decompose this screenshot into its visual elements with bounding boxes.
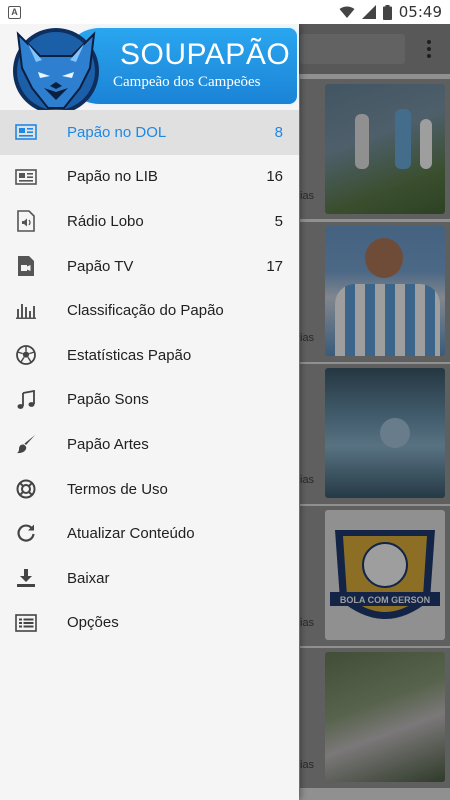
status-bar: A 05:49 — [0, 0, 450, 24]
menu-item-papao-sons[interactable]: Papão Sons — [0, 378, 299, 423]
menu-item-count: 17 — [266, 257, 283, 275]
brand-subtitle: Campeão dos Campeões — [113, 74, 261, 90]
brand-title: SOUPAPÃO — [120, 38, 291, 71]
navigation-drawer: SOUPAPÃO Campeão dos Campeões Papão no D… — [0, 24, 299, 800]
menu-item-label: Papão Artes — [67, 435, 149, 453]
menu-item-label: Papão Sons — [67, 391, 149, 409]
menu-item-label: Rádio Lobo — [67, 212, 144, 230]
bar-chart-icon — [14, 298, 38, 322]
music-note-icon — [14, 388, 38, 412]
notification-badge: A — [8, 5, 21, 19]
menu-item-label: Papão no DOL — [67, 123, 167, 141]
menu-item-label: Termos de Uso — [67, 480, 168, 498]
soccer-ball-icon — [14, 343, 38, 367]
news-icon — [14, 120, 38, 144]
menu-item-classificacao[interactable]: Classificação do Papão — [0, 288, 299, 333]
lifebuoy-icon — [14, 477, 38, 501]
menu-item-termos-de-uso[interactable]: Termos de Uso — [0, 467, 299, 512]
menu-item-papao-tv[interactable]: Papão TV 17 — [0, 244, 299, 289]
menu-item-count: 5 — [274, 212, 283, 230]
download-icon — [14, 566, 38, 590]
menu-item-label: Atualizar Conteúdo — [67, 525, 195, 543]
video-file-icon — [14, 254, 38, 278]
menu-item-baixar[interactable]: Baixar — [0, 556, 299, 601]
battery-icon — [382, 4, 392, 20]
menu-item-label: Papão TV — [67, 257, 134, 275]
menu-item-count: 16 — [266, 168, 283, 186]
menu-item-papao-no-dol[interactable]: Papão no DOL 8 — [0, 110, 299, 155]
news-icon — [14, 165, 38, 189]
menu-item-label: Papão no LIB — [67, 168, 158, 186]
menu-item-radio-lobo[interactable]: Rádio Lobo 5 — [0, 199, 299, 244]
menu-item-label: Classificação do Papão — [67, 302, 224, 320]
menu-item-papao-no-lib[interactable]: Papão no LIB 16 — [0, 155, 299, 200]
menu-item-count: 8 — [274, 123, 283, 141]
menu-item-label: Estatísticas Papão — [67, 346, 192, 364]
signal-icon — [361, 5, 376, 19]
menu-item-atualizar-conteudo[interactable]: Atualizar Conteúdo — [0, 511, 299, 556]
menu-item-estatisticas[interactable]: Estatísticas Papão — [0, 333, 299, 378]
brush-icon — [14, 432, 38, 456]
clock: 05:49 — [398, 3, 442, 21]
audio-file-icon — [14, 209, 38, 233]
menu-item-label: Opções — [67, 614, 119, 632]
wifi-icon — [339, 6, 355, 18]
menu-item-papao-artes[interactable]: Papão Artes — [0, 422, 299, 467]
menu-item-label: Baixar — [67, 569, 110, 587]
list-icon — [14, 611, 38, 635]
wolf-logo-icon — [13, 28, 99, 114]
refresh-icon — [14, 521, 38, 545]
drawer-menu: Papão no DOL 8 Papão no LIB 16 Rádio Lob… — [0, 110, 299, 645]
drawer-header: SOUPAPÃO Campeão dos Campeões — [0, 24, 299, 114]
menu-item-opcoes[interactable]: Opções — [0, 601, 299, 646]
